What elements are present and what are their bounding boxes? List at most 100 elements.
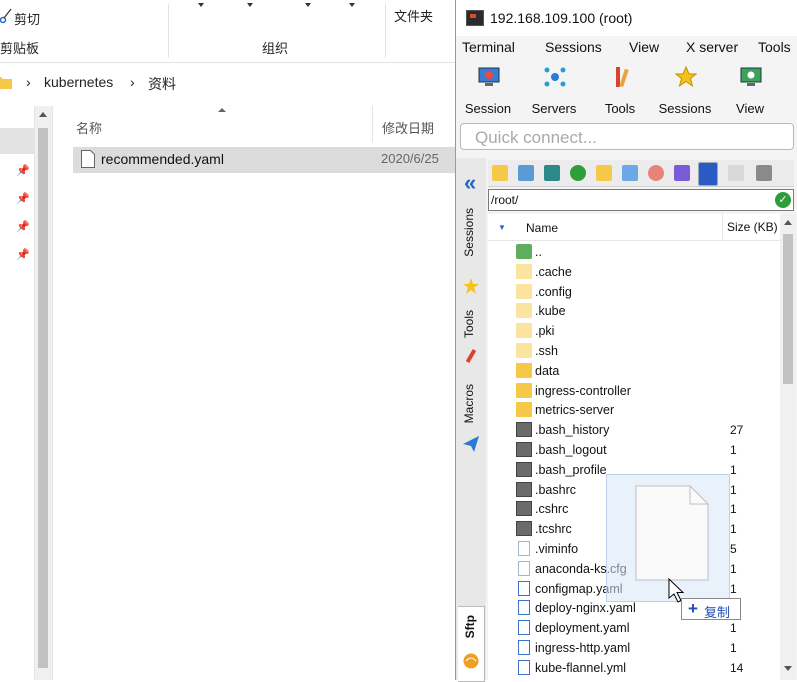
sftp-path-input[interactable]: /root/ ✓ bbox=[488, 189, 794, 211]
column-name[interactable]: 名称 bbox=[76, 118, 102, 137]
file-size: 5 bbox=[730, 542, 737, 556]
clipboard-group-label: 剪贴板 bbox=[0, 41, 40, 56]
file-name: ingress-http.yaml bbox=[535, 641, 631, 655]
menu-sessions[interactable]: Sessions bbox=[545, 39, 602, 55]
copy-to-dropdown-icon[interactable] bbox=[247, 3, 253, 7]
file-row[interactable]: deployment.yaml 1 bbox=[488, 618, 780, 638]
permissions-icon[interactable] bbox=[698, 162, 718, 186]
file-name: .bash_logout bbox=[535, 443, 607, 457]
tools-button[interactable]: Tools bbox=[588, 64, 652, 118]
file-row[interactable]: kube-flannel.yml 14 bbox=[488, 658, 780, 678]
file-icon bbox=[81, 150, 95, 168]
download-icon[interactable] bbox=[518, 165, 534, 181]
upload-icon[interactable] bbox=[544, 165, 560, 181]
file-name: .config bbox=[535, 284, 572, 299]
file-name: kube-flannel.yml bbox=[535, 660, 627, 675]
column-divider[interactable] bbox=[372, 106, 373, 142]
organize-group-label: 组织 bbox=[262, 41, 289, 56]
tab-sessions[interactable]: Sessions bbox=[462, 208, 476, 257]
view-button[interactable]: View bbox=[718, 64, 782, 118]
file-icon bbox=[518, 659, 530, 675]
file-name: .tcshrc bbox=[535, 522, 572, 537]
pin-icon: 📌 bbox=[16, 193, 30, 205]
file-size: 1 bbox=[730, 443, 737, 457]
file-row[interactable]: .config bbox=[488, 282, 780, 302]
parent-directory-icon[interactable] bbox=[492, 165, 508, 181]
file-row[interactable]: metrics-server bbox=[488, 400, 780, 420]
delete-dropdown-icon[interactable] bbox=[349, 3, 355, 7]
file-name: ingress-controller bbox=[535, 383, 631, 398]
ribbon-divider bbox=[385, 4, 386, 58]
file-name: data bbox=[535, 363, 560, 378]
menu-view[interactable]: View bbox=[629, 39, 659, 55]
cut-button[interactable]: 剪切 bbox=[14, 9, 40, 28]
scrollbar-thumb[interactable] bbox=[38, 128, 48, 668]
file-row[interactable]: .bash_history 27 bbox=[488, 420, 780, 440]
sessions-button[interactable]: Sessions bbox=[653, 64, 717, 118]
navigation-scrollbar[interactable] bbox=[34, 106, 53, 680]
new-file-icon[interactable] bbox=[622, 165, 638, 181]
nav-selected-item[interactable] bbox=[0, 128, 34, 154]
menu-tools[interactable]: Tools bbox=[758, 39, 791, 55]
settings-icon[interactable] bbox=[728, 165, 744, 181]
scrollbar-thumb[interactable] bbox=[783, 234, 793, 384]
file-row[interactable]: ingress-controller bbox=[488, 381, 780, 401]
rename-icon[interactable] bbox=[674, 165, 690, 181]
ribbon-divider bbox=[168, 4, 169, 58]
title-bar[interactable]: 192.168.109.100 (root) bbox=[456, 0, 797, 36]
window-title: 192.168.109.100 (root) bbox=[490, 10, 633, 26]
file-row[interactable]: data bbox=[488, 361, 780, 381]
tools-small-icon bbox=[465, 348, 477, 364]
file-row[interactable]: .kube bbox=[488, 301, 780, 321]
breadcrumb-separator: › bbox=[26, 74, 31, 90]
menu-xserver[interactable]: X server bbox=[686, 39, 738, 55]
monitor-session-icon bbox=[478, 67, 500, 86]
file-row[interactable]: .cache bbox=[488, 262, 780, 282]
breadcrumb-data[interactable]: 资料 bbox=[148, 74, 176, 94]
scroll-up-icon[interactable] bbox=[39, 112, 47, 117]
star-icon bbox=[463, 278, 479, 294]
sort-ascending-icon bbox=[218, 108, 226, 112]
tab-macros[interactable]: Macros bbox=[462, 384, 476, 423]
sftp-toolbar bbox=[488, 160, 794, 187]
scissors-icon[interactable] bbox=[0, 8, 12, 24]
servers-button[interactable]: Servers bbox=[522, 64, 586, 118]
address-bar[interactable]: › kubernetes › 资料 bbox=[0, 66, 455, 98]
tab-sftp-active[interactable]: Sftp bbox=[458, 606, 485, 682]
check-icon[interactable]: ✓ bbox=[775, 192, 791, 208]
column-size[interactable]: Size (KB) bbox=[722, 214, 778, 240]
file-name: .bash_profile bbox=[535, 462, 607, 477]
scroll-up-icon[interactable] bbox=[784, 220, 792, 225]
refresh-icon[interactable] bbox=[570, 165, 586, 181]
tools-icon bbox=[616, 67, 629, 88]
new-folder-icon[interactable] bbox=[596, 165, 612, 181]
file-size: 1 bbox=[730, 581, 737, 596]
file-list-header: ▼ Name Size (KB) bbox=[488, 214, 780, 241]
file-row[interactable]: .pki bbox=[488, 321, 780, 341]
file-row[interactable]: ingress-http.yaml 1 bbox=[488, 638, 780, 658]
new-folder-button[interactable]: 文件夹 bbox=[394, 6, 433, 25]
file-row[interactable]: recommended.yaml 2020/6/25 bbox=[73, 147, 455, 173]
mobaxterm-app-icon bbox=[466, 10, 484, 26]
file-row[interactable]: .ssh bbox=[488, 341, 780, 361]
file-date: 2020/6/25 bbox=[381, 151, 439, 166]
quick-connect-input[interactable]: Quick connect... bbox=[460, 123, 794, 150]
scroll-down-icon[interactable] bbox=[784, 666, 792, 671]
column-date[interactable]: 修改日期 bbox=[382, 118, 434, 137]
rename-dropdown-icon[interactable] bbox=[305, 3, 311, 7]
terminal-follow-icon[interactable] bbox=[756, 165, 772, 181]
delete-icon[interactable] bbox=[648, 165, 664, 181]
file-row[interactable]: .bash_logout 1 bbox=[488, 440, 780, 460]
move-to-dropdown-icon[interactable] bbox=[198, 3, 204, 7]
file-list-scrollbar[interactable] bbox=[780, 214, 796, 680]
pin-icon: 📌 bbox=[16, 165, 30, 177]
collapse-sidebar-icon[interactable]: « bbox=[464, 170, 476, 196]
file-icon bbox=[518, 580, 530, 596]
terminal-file-icon bbox=[516, 442, 532, 457]
file-row[interactable]: .. bbox=[488, 242, 780, 262]
session-button[interactable]: Session bbox=[456, 64, 520, 118]
menu-terminal[interactable]: Terminal bbox=[462, 39, 515, 55]
column-name[interactable]: Name bbox=[526, 221, 558, 235]
breadcrumb-kubernetes[interactable]: kubernetes bbox=[44, 74, 113, 90]
tab-tools[interactable]: Tools bbox=[462, 310, 476, 338]
